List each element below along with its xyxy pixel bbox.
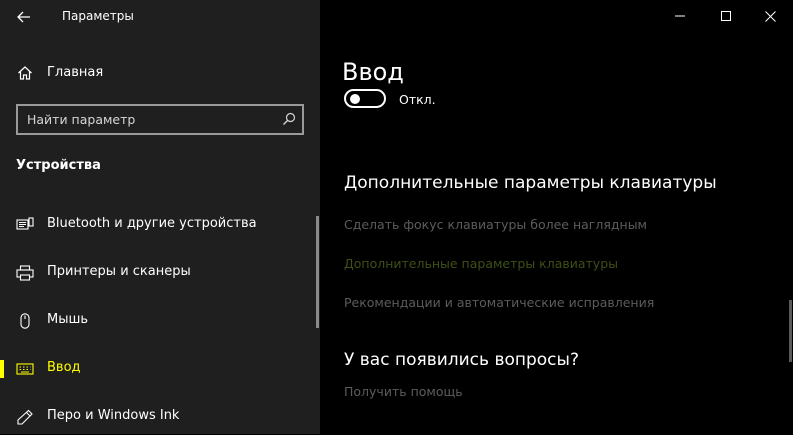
printer-icon	[16, 265, 34, 281]
sidebar-item-home[interactable]: Главная	[0, 58, 320, 88]
sidebar-scrollbar[interactable]	[316, 216, 319, 328]
link-suggestions-autocorrect[interactable]: Рекомендации и автоматические исправлени…	[344, 295, 654, 310]
sidebar-item-label: Перо и Windows Ink	[47, 408, 180, 423]
sidebar-item-label: Мышь	[47, 312, 89, 327]
sidebar: Параметры Главная Устройства Bluetooth и…	[0, 0, 320, 434]
maximize-icon	[721, 11, 731, 21]
keyboard-section-title: Дополнительные параметры клавиатуры	[344, 173, 717, 193]
sidebar-item-printers[interactable]: Принтеры и сканеры	[0, 255, 320, 291]
search-icon[interactable]	[282, 112, 296, 126]
sidebar-item-input[interactable]: Ввод	[0, 351, 320, 387]
toggle-switch[interactable]	[344, 89, 386, 108]
bluetooth-devices-icon	[16, 217, 34, 230]
sidebar-item-label: Принтеры и сканеры	[47, 264, 191, 279]
search-input[interactable]	[18, 106, 277, 133]
pen-icon	[17, 409, 33, 425]
main-content: Ввод Откл. Дополнительные параметры клав…	[320, 0, 793, 434]
page-title: Ввод	[342, 58, 404, 86]
sidebar-item-bluetooth[interactable]: Bluetooth и другие устройства	[0, 207, 320, 243]
minimize-button[interactable]	[657, 0, 703, 32]
toggle-state-label: Откл.	[399, 92, 436, 107]
mouse-icon	[20, 313, 30, 329]
search-box[interactable]	[16, 104, 304, 135]
window-title: Параметры	[62, 9, 134, 23]
link-get-help[interactable]: Получить помощь	[344, 384, 463, 399]
minimize-icon	[675, 15, 685, 17]
link-keyboard-focus[interactable]: Сделать фокус клавиатуры более наглядным	[344, 217, 647, 232]
home-icon	[18, 66, 32, 80]
back-button[interactable]	[12, 6, 36, 28]
maximize-button[interactable]	[703, 0, 749, 32]
sidebar-home-label: Главная	[47, 65, 104, 80]
toggle-knob	[350, 94, 360, 104]
close-button[interactable]	[747, 0, 793, 32]
help-section-title: У вас появились вопросы?	[344, 350, 579, 370]
sidebar-item-label: Ввод	[47, 360, 81, 375]
keyboard-icon	[16, 363, 34, 375]
selection-indicator	[0, 360, 4, 378]
sidebar-item-label: Bluetooth и другие устройства	[47, 216, 257, 231]
close-icon	[764, 10, 776, 22]
section-title: Устройства	[16, 158, 101, 173]
sidebar-item-mouse[interactable]: Мышь	[0, 303, 320, 339]
back-arrow-icon	[17, 11, 30, 23]
sidebar-item-pen[interactable]: Перо и Windows Ink	[0, 399, 320, 435]
link-advanced-keyboard[interactable]: Дополнительные параметры клавиатуры	[344, 256, 618, 271]
main-scrollbar[interactable]	[789, 300, 792, 362]
